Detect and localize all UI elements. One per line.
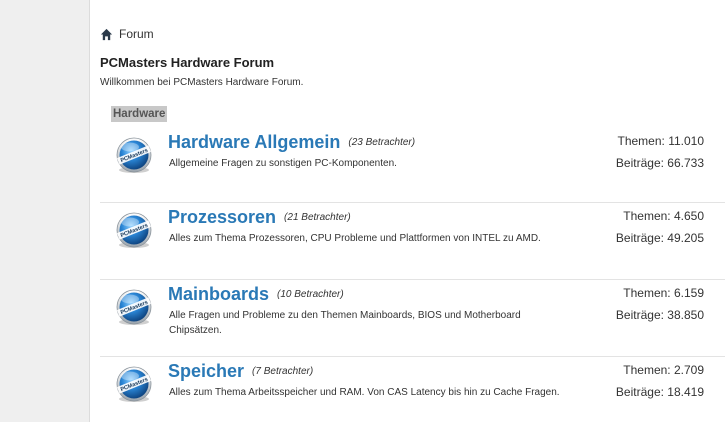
forum-row: PCMasters Prozessoren (21 Betrachter) All… [100,202,725,280]
forum-title-text[interactable]: Speicher [168,361,244,381]
forum-description: Allgemeine Fragen zu sonstigen PC-Kompon… [169,158,397,169]
forum-stats: Themen: 11.010 Beiträge: 66.733 [616,130,704,174]
breadcrumb-forum-link[interactable]: Forum [119,27,154,41]
themes-label: Themen: [623,286,671,300]
themes-count: 11.010 [668,134,704,148]
themes-stat: Themen: 11.010 [616,130,704,152]
themes-count: 6.159 [673,286,704,300]
themes-label: Themen: [623,363,671,377]
category-label-hardware[interactable]: Hardware [111,106,168,122]
forum-stats: Themen: 2.709 Beiträge: 18.419 [616,359,704,403]
themes-stat: Themen: 2.709 [616,359,704,381]
viewer-count: (23 Betrachter) [348,137,416,148]
themes-count: 4.650 [673,209,704,223]
forum-title-text[interactable]: Hardware Allgemein [168,132,340,152]
forum-stats: Themen: 4.650 Beiträge: 49.205 [616,205,704,249]
forum-title-link[interactable]: Prozessoren (21 Betrachter) [168,207,351,228]
forum-title-link[interactable]: Speicher (7 Betrachter) [168,361,313,382]
posts-count: 49.205 [667,231,704,245]
forum-stats: Themen: 6.159 Beiträge: 38.850 [616,282,704,326]
page-description: Willkommen bei PCMasters Hardware Forum. [100,77,304,88]
forum-status-icon: PCMasters [116,212,152,248]
forum-title-text[interactable]: Mainboards [168,284,269,304]
home-icon[interactable] [100,28,113,41]
posts-stat: Beiträge: 18.419 [616,381,704,403]
forum-description: Alles zum Thema Prozessoren, CPU Problem… [169,233,541,244]
posts-count: 66.733 [667,156,704,170]
forum-title-link[interactable]: Hardware Allgemein (23 Betrachter) [168,132,415,153]
posts-stat: Beiträge: 66.733 [616,152,704,174]
forum-title-text[interactable]: Prozessoren [168,207,276,227]
viewer-count: (10 Betrachter) [277,289,344,300]
forum-description: Alles zum Thema Arbeitsspeicher und RAM.… [169,387,560,398]
themes-stat: Themen: 6.159 [616,282,704,304]
forum-row: PCMasters Hardware Allgemein (23 Betracht… [100,128,725,202]
forum-status-icon: PCMasters [116,137,152,173]
themes-label: Themen: [617,134,665,148]
forum-status-icon: PCMasters [116,366,152,402]
posts-count: 18.419 [667,385,704,399]
posts-label: Beiträge: [615,308,664,322]
posts-stat: Beiträge: 49.205 [616,227,704,249]
viewer-count: (21 Betrachter) [284,212,351,223]
forum-title-link[interactable]: Mainboards (10 Betrachter) [168,284,344,305]
posts-label: Beiträge: [615,231,664,245]
themes-label: Themen: [623,209,671,223]
forum-status-icon: PCMasters [116,289,152,325]
left-gutter [0,0,90,422]
posts-label: Beiträge: [615,156,664,170]
page-title: PCMasters Hardware Forum [100,55,275,70]
themes-stat: Themen: 4.650 [616,205,704,227]
viewer-count: (7 Betrachter) [252,366,314,377]
breadcrumb: Forum [100,24,154,44]
posts-label: Beiträge: [615,385,664,399]
posts-count: 38.850 [667,308,704,322]
forum-row: PCMasters Speicher (7 Betrachter) Alles z… [100,356,725,423]
forum-description: Alle Fragen und Probleme zu den Themen M… [169,310,521,336]
posts-stat: Beiträge: 38.850 [616,304,704,326]
forum-row: PCMasters Mainboards (10 Betrachter) Alle… [100,279,725,357]
themes-count: 2.709 [673,363,704,377]
